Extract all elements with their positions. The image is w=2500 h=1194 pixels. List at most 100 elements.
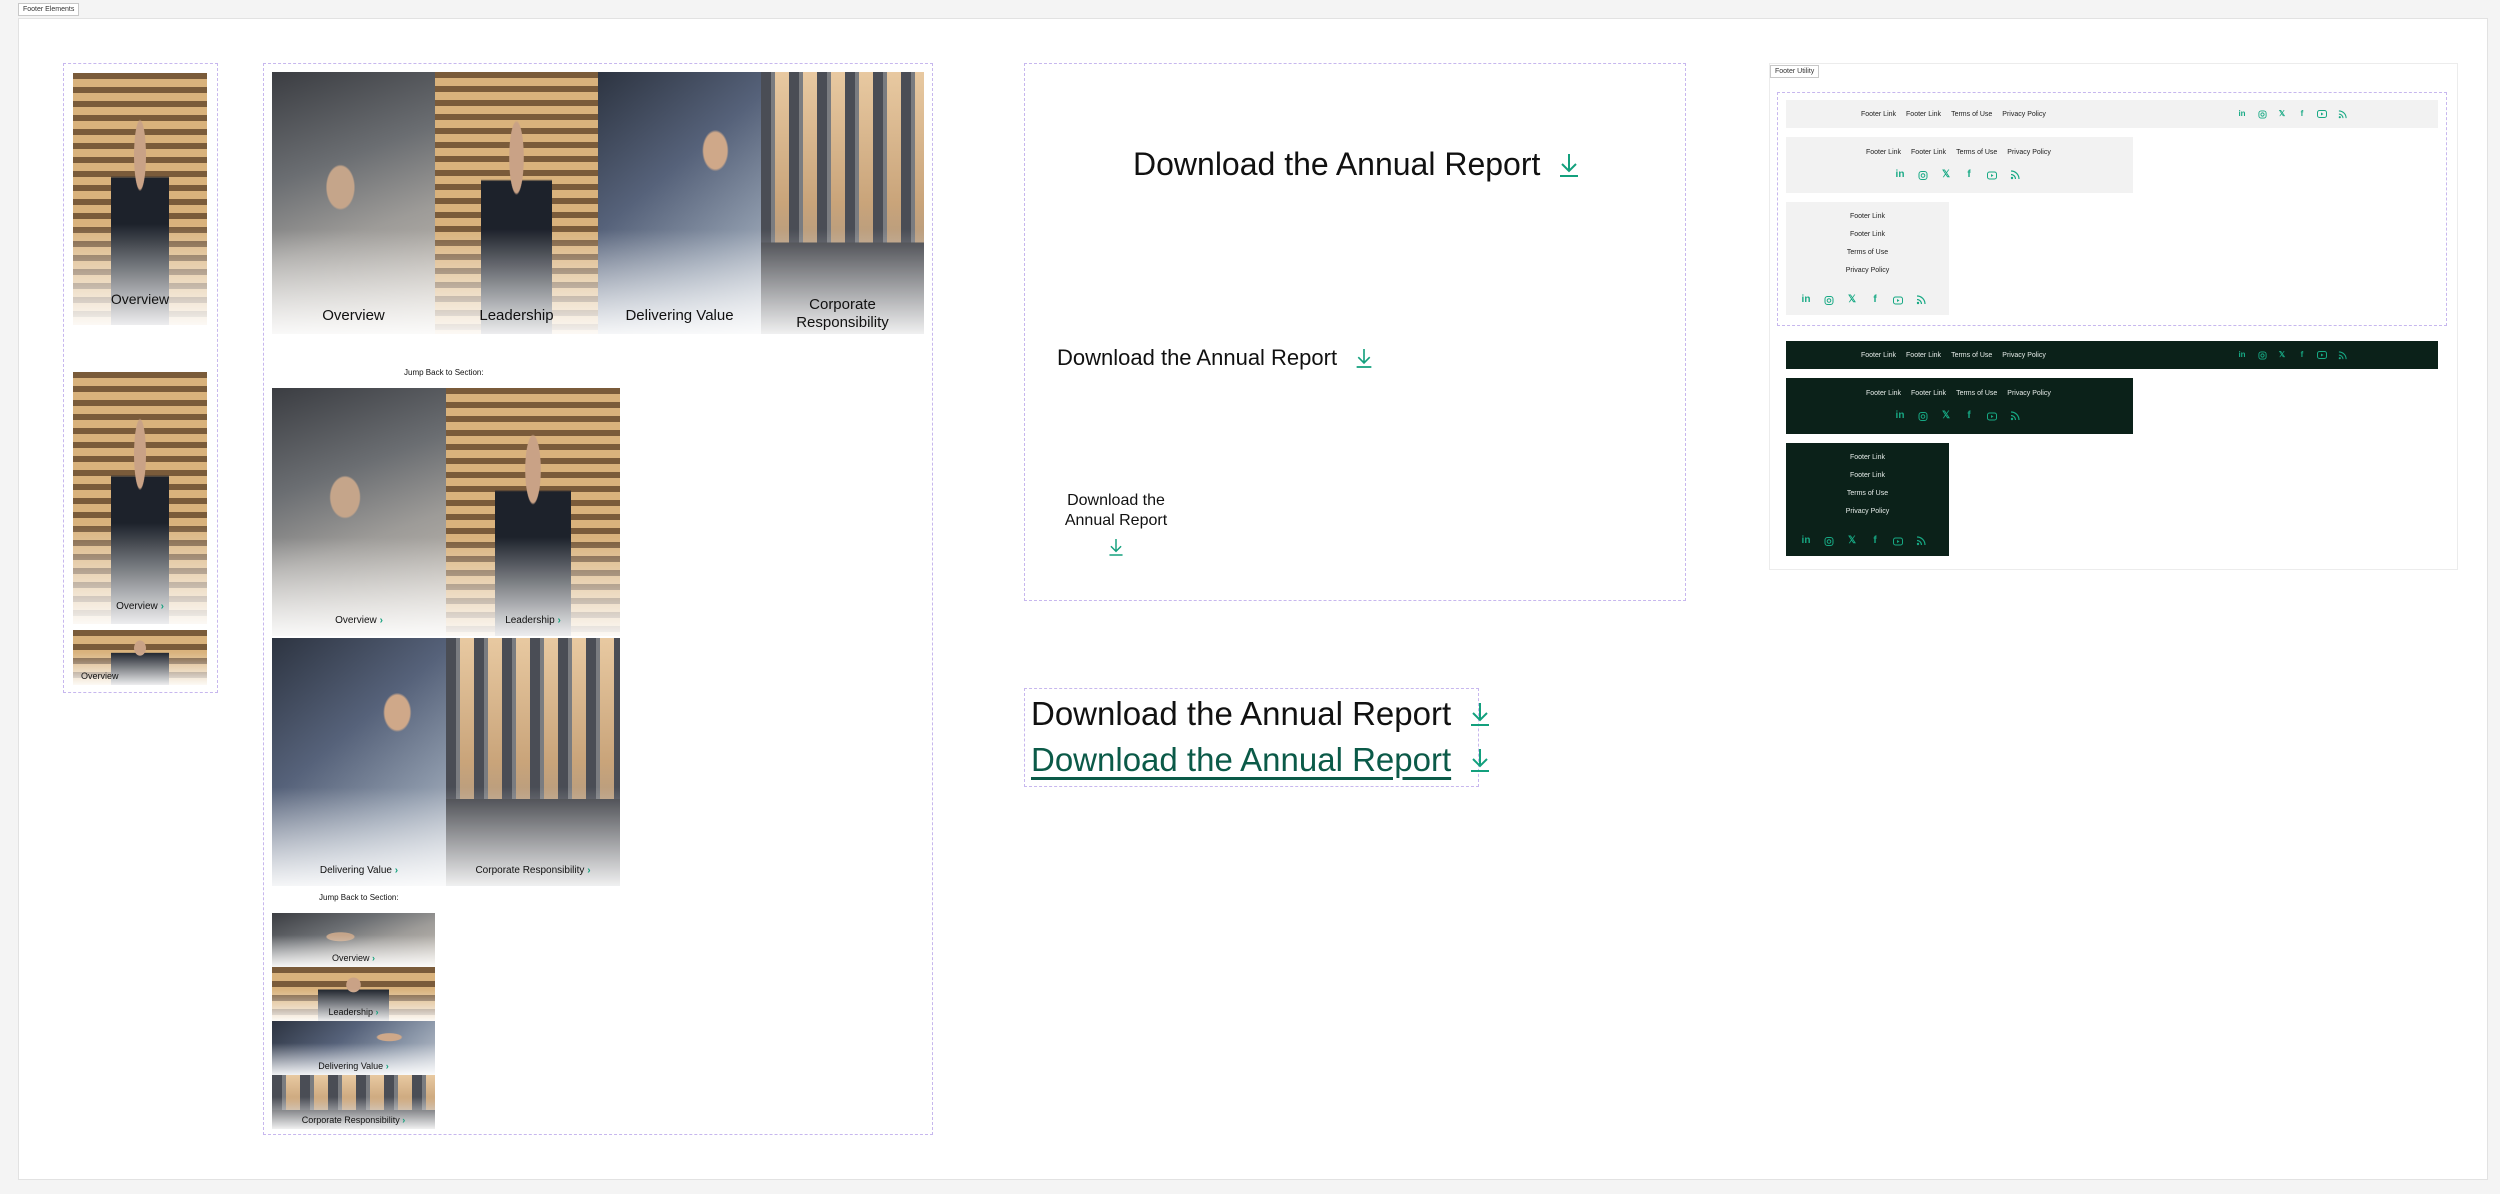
youtube-icon[interactable] (1893, 295, 1903, 305)
linkedin-icon[interactable]: in (2237, 350, 2247, 360)
footer-link[interactable]: Footer Link (1906, 352, 1941, 359)
facebook-icon[interactable]: f (2297, 350, 2307, 360)
jump-tile-corporate-responsibility[interactable]: Corporate Responsibility (761, 72, 924, 334)
privacy-link[interactable]: Privacy Policy (2002, 352, 2046, 359)
jump-card-overview-2[interactable]: Overview › (73, 372, 207, 624)
youtube-icon[interactable] (2317, 350, 2327, 360)
footer-link[interactable]: Footer Link (1866, 390, 1901, 397)
facebook-icon[interactable]: f (1964, 170, 1974, 180)
x-icon[interactable]: 𝕏 (1847, 536, 1857, 546)
instagram-icon[interactable] (2257, 109, 2267, 119)
download-label: Download the Annual Report (1031, 741, 1452, 778)
footer-link[interactable]: Footer Link (1911, 149, 1946, 156)
tile-label: Overview (335, 615, 377, 626)
social-icons: in 𝕏 f (1801, 295, 1926, 305)
x-icon[interactable]: 𝕏 (2277, 109, 2287, 119)
facebook-icon[interactable]: f (2297, 109, 2307, 119)
jump-tile-leadership[interactable]: Leadership (435, 72, 598, 334)
download-report-link-small[interactable]: Download the Annual Report (1059, 491, 1173, 563)
instagram-icon[interactable] (1824, 536, 1834, 546)
jump-tile-corporate-responsibility[interactable]: Corporate Responsibility › (446, 638, 620, 886)
download-report-link-large[interactable]: Download the Annual Report (1133, 146, 1580, 183)
linkedin-icon[interactable]: in (1895, 411, 1905, 421)
footer-link[interactable]: Footer Link (1861, 352, 1896, 359)
footer-link[interactable]: Footer Link (1850, 454, 1885, 461)
tile-label: Overview (322, 307, 385, 324)
privacy-link[interactable]: Privacy Policy (2007, 390, 2051, 397)
rss-icon[interactable] (2010, 170, 2020, 180)
jump-tile-corporate-responsibility[interactable]: Corporate Responsibility › (272, 1075, 435, 1129)
rss-icon[interactable] (1916, 295, 1926, 305)
instagram-icon[interactable] (2257, 350, 2267, 360)
instagram-icon[interactable] (1824, 295, 1834, 305)
footer-utility-dark-mobile: Footer Link Footer Link Terms of Use Pri… (1786, 443, 1949, 556)
privacy-link[interactable]: Privacy Policy (2002, 111, 2046, 118)
youtube-icon[interactable] (2317, 109, 2327, 119)
terms-link[interactable]: Terms of Use (1956, 149, 1997, 156)
jump-card-overview[interactable]: Overview (73, 73, 207, 325)
download-report-link-hover[interactable]: Download the Annual Report (1031, 741, 1491, 779)
terms-link[interactable]: Terms of Use (1847, 490, 1888, 497)
rss-icon[interactable] (2337, 109, 2347, 119)
x-icon[interactable]: 𝕏 (2277, 350, 2287, 360)
footer-links: Footer Link Footer Link Terms of Use Pri… (1866, 390, 2051, 397)
social-icons: in 𝕏 f (1895, 411, 2020, 421)
linkedin-icon[interactable]: in (2237, 109, 2247, 119)
facebook-icon[interactable]: f (1870, 536, 1880, 546)
x-icon[interactable]: 𝕏 (1847, 295, 1857, 305)
footer-link[interactable]: Footer Link (1850, 472, 1885, 479)
footer-link[interactable]: Footer Link (1850, 231, 1885, 238)
jump-desktop-row: Overview Leadership Delivering Value Cor… (272, 72, 924, 334)
footer-link[interactable]: Footer Link (1861, 111, 1896, 118)
tile-label: Corporate Responsibility (796, 296, 889, 331)
privacy-link[interactable]: Privacy Policy (2007, 149, 2051, 156)
terms-link[interactable]: Terms of Use (1951, 111, 1992, 118)
footer-link[interactable]: Footer Link (1866, 149, 1901, 156)
social-icons: in 𝕏 f (1895, 170, 2020, 180)
footer-link[interactable]: Footer Link (1850, 213, 1885, 220)
privacy-link[interactable]: Privacy Policy (1846, 267, 1890, 274)
social-icons: in 𝕏 f (2237, 109, 2347, 119)
jump-tile-overview[interactable]: Overview (272, 72, 435, 334)
terms-link[interactable]: Terms of Use (1847, 249, 1888, 256)
footer-links: Footer Link Footer Link Terms of Use Pri… (1861, 352, 2046, 359)
download-report-link-default[interactable]: Download the Annual Report (1031, 695, 1491, 733)
terms-link[interactable]: Terms of Use (1956, 390, 1997, 397)
instagram-icon[interactable] (1918, 411, 1928, 421)
x-icon[interactable]: 𝕏 (1941, 170, 1951, 180)
download-report-link-medium[interactable]: Download the Annual Report (1057, 345, 1373, 371)
jump-tile-overview[interactable]: Overview › (272, 388, 446, 636)
chevron-right-icon: › (372, 953, 376, 963)
linkedin-icon[interactable]: in (1801, 295, 1811, 305)
youtube-icon[interactable] (1987, 170, 1997, 180)
footer-utility-dark-tablet: Footer Link Footer Link Terms of Use Pri… (1786, 378, 2133, 434)
footer-links: Footer Link Footer Link Terms of Use Pri… (1786, 454, 1949, 515)
facebook-icon[interactable]: f (1870, 295, 1880, 305)
footer-utility-light-desktop: Footer Link Footer Link Terms of Use Pri… (1786, 100, 2438, 128)
download-states-frame: Download the Annual Report Download the … (1024, 688, 1490, 787)
privacy-link[interactable]: Privacy Policy (1846, 508, 1890, 515)
jump-tile-delivering-value[interactable]: Delivering Value › (272, 638, 446, 886)
tile-label: Corporate Responsibility (475, 865, 585, 876)
rss-icon[interactable] (2337, 350, 2347, 360)
jump-tile-delivering-value[interactable]: Delivering Value › (272, 1021, 435, 1075)
jump-tile-leadership[interactable]: Leadership › (446, 388, 620, 636)
download-sizes-frame: Download the Annual Report Download the … (1024, 63, 1686, 601)
youtube-icon[interactable] (1893, 536, 1903, 546)
rss-icon[interactable] (2010, 411, 2020, 421)
jump-card-overview-3[interactable]: Overview (73, 630, 207, 685)
jump-tile-overview[interactable]: Overview › (272, 913, 435, 967)
youtube-icon[interactable] (1987, 411, 1997, 421)
jump-tile-leadership[interactable]: Leadership › (272, 967, 435, 1021)
linkedin-icon[interactable]: in (1895, 170, 1905, 180)
instagram-icon[interactable] (1918, 170, 1928, 180)
jump-tile-delivering-value[interactable]: Delivering Value (598, 72, 761, 334)
footer-link[interactable]: Footer Link (1906, 111, 1941, 118)
rss-icon[interactable] (1916, 536, 1926, 546)
x-icon[interactable]: 𝕏 (1941, 411, 1951, 421)
chevron-right-icon: › (587, 865, 591, 876)
facebook-icon[interactable]: f (1964, 411, 1974, 421)
linkedin-icon[interactable]: in (1801, 536, 1811, 546)
terms-link[interactable]: Terms of Use (1951, 352, 1992, 359)
footer-link[interactable]: Footer Link (1911, 390, 1946, 397)
